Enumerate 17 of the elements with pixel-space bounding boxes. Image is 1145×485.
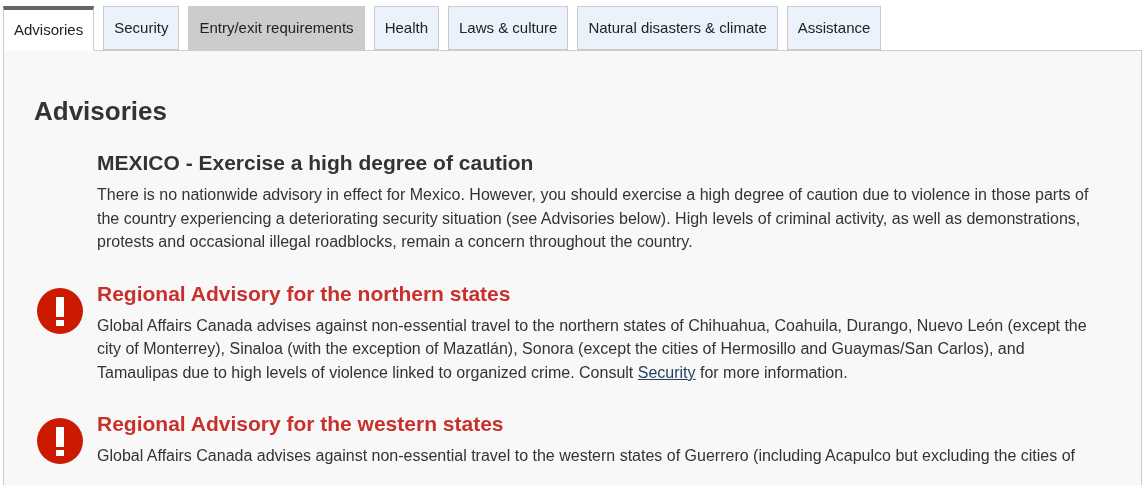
tab[interactable]: Security [103, 6, 180, 50]
panel-heading: Advisories [34, 95, 168, 127]
security-link[interactable]: Security [637, 363, 696, 381]
tab[interactable]: Laws & culture [448, 6, 569, 50]
tab[interactable]: Advisories [3, 6, 95, 51]
warning-icon [37, 418, 83, 464]
advisory-title: Regional Advisory for the western states [97, 411, 505, 437]
advisory-title: Regional Advisory for the northern states [97, 280, 512, 307]
advisory-text: Global Affairs Canada advises against non-essential travel to the western states of Guerrero (including Acapulco but excluding the cities of [97, 446, 1076, 466]
tab[interactable]: Natural disasters & climate [577, 6, 778, 50]
warning-icon [37, 287, 83, 334]
advisory-title: MEXICO - Exercise a high degree of caution [97, 150, 535, 176]
tab[interactable]: Health [373, 6, 439, 50]
tab[interactable]: Entry/exit requirements [188, 6, 365, 50]
tab[interactable]: Assistance [786, 6, 882, 50]
advisory-text: There is no nationwide advisory in effect for Mexico. However, you should exercise a high degree of caution due to violence in those parts of the country experiencing a deteriorating security situation (see Advisories below). High levels of criminal activity, as well as demonstrations, protests and occasional illegal roadblocks, remain a concern throughout the country. [97, 185, 1090, 252]
advisory-text: Global Affairs Canada advises against non-essential travel to the northern states of Chihuahua, Coahuila, Durango, Nuevo León (except the city of Monterrey), Sinaloa (with the exception of Mazatlán), Sonora (except the cities of Hermosillo and Guaymas/San Carlos), and Tamaulipas due to high levels of violence linked to organized crime. Consult Security for more information. [97, 315, 1088, 383]
